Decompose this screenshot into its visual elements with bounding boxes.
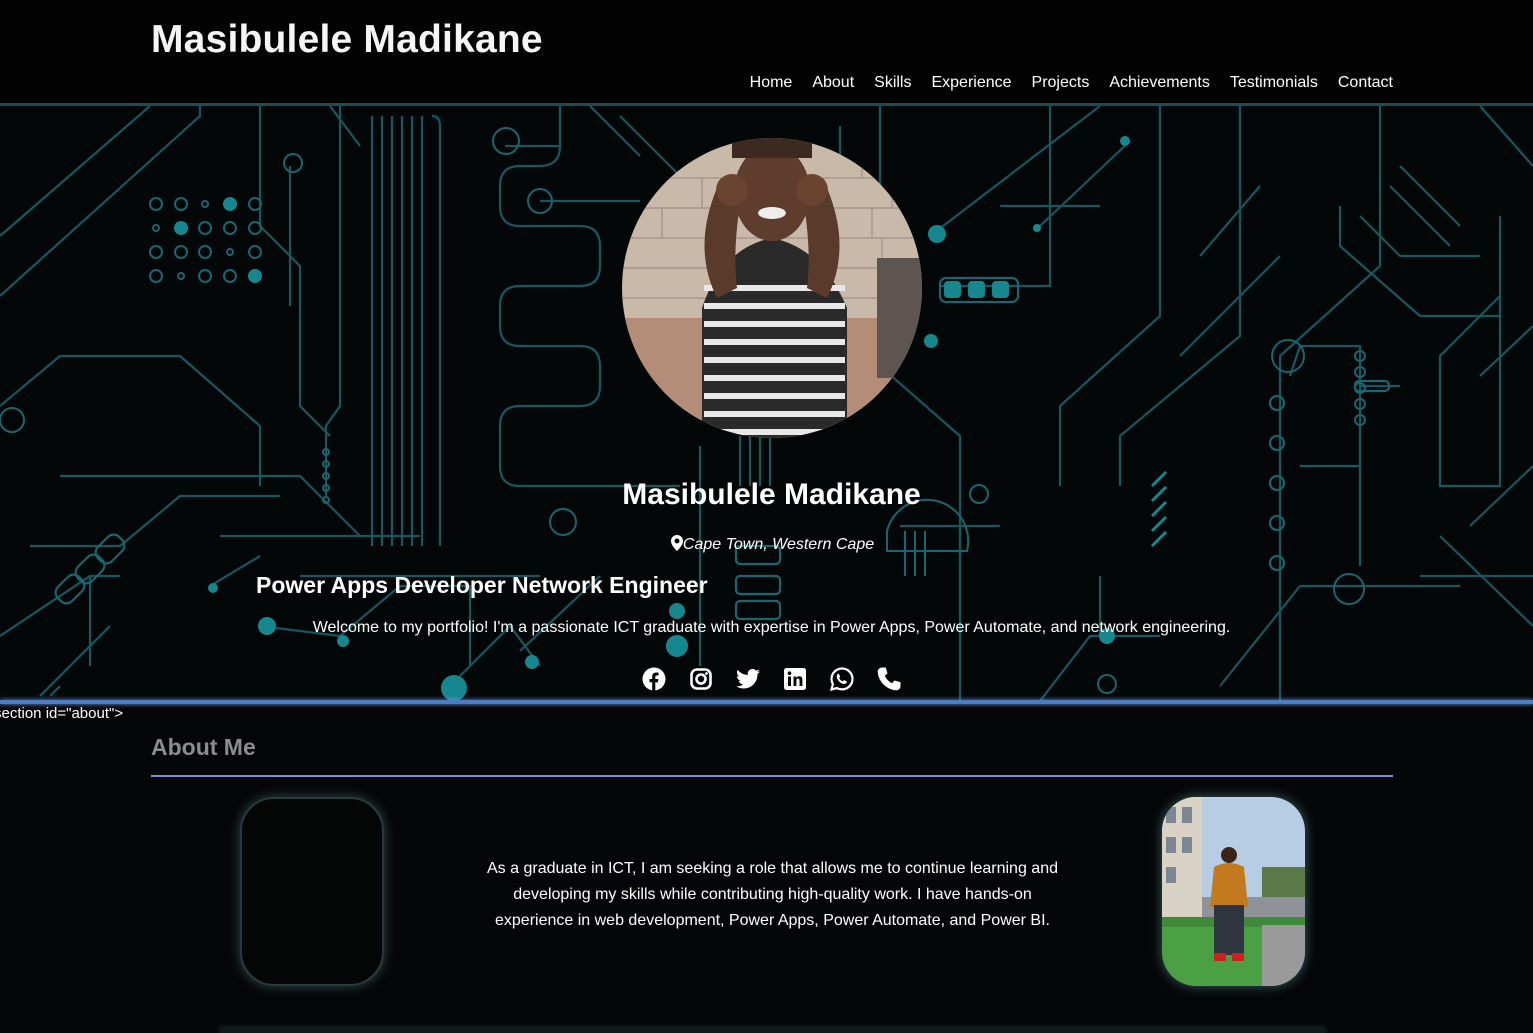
stray-markup-text: section id="about"> xyxy=(0,705,124,722)
hero-section: Masibulele Madikane Cape Town, Western C… xyxy=(0,106,1533,701)
nav-projects[interactable]: Projects xyxy=(1032,74,1090,92)
profile-photo xyxy=(622,138,922,438)
hero-role: Power Apps Developer Network Engineer xyxy=(256,572,708,598)
nav-about[interactable]: About xyxy=(812,74,854,92)
phone-icon[interactable] xyxy=(876,664,902,694)
nav-testimonials[interactable]: Testimonials xyxy=(1230,74,1318,92)
nav-achievements[interactable]: Achievements xyxy=(1109,74,1210,92)
linkedin-icon[interactable] xyxy=(782,664,808,694)
nav-skills[interactable]: Skills xyxy=(874,74,911,92)
nav-contact[interactable]: Contact xyxy=(1338,74,1393,92)
next-section-edge xyxy=(220,1028,1325,1033)
about-title: About Me xyxy=(151,734,256,760)
instagram-icon[interactable] xyxy=(688,664,714,694)
site-header: Masibulele Madikane Home About Skills Ex… xyxy=(0,0,1533,106)
whatsapp-icon[interactable] xyxy=(829,664,855,694)
about-text: As a graduate in ICT, I am seeking a rol… xyxy=(487,860,1058,929)
map-pin-icon xyxy=(670,535,683,556)
location-text: Cape Town, Western Cape xyxy=(682,536,875,553)
nav-experience[interactable]: Experience xyxy=(931,74,1011,92)
twitter-icon[interactable] xyxy=(735,664,761,694)
site-title: Masibulele Madikane xyxy=(151,18,543,61)
main-nav: Home About Skills Experience Projects Ac… xyxy=(750,74,1393,92)
about-photo xyxy=(1162,797,1305,986)
about-image-card-left xyxy=(240,797,384,986)
facebook-icon[interactable] xyxy=(641,664,667,694)
about-divider xyxy=(151,775,1393,777)
hero-welcome: Welcome to my portfolio! I'm a passionat… xyxy=(312,619,1231,636)
hero-name: Masibulele Madikane xyxy=(622,478,921,511)
hero-location: Cape Town, Western Cape xyxy=(0,535,1533,556)
social-links xyxy=(641,664,902,694)
hero-divider xyxy=(0,700,1533,704)
nav-home[interactable]: Home xyxy=(750,74,793,92)
